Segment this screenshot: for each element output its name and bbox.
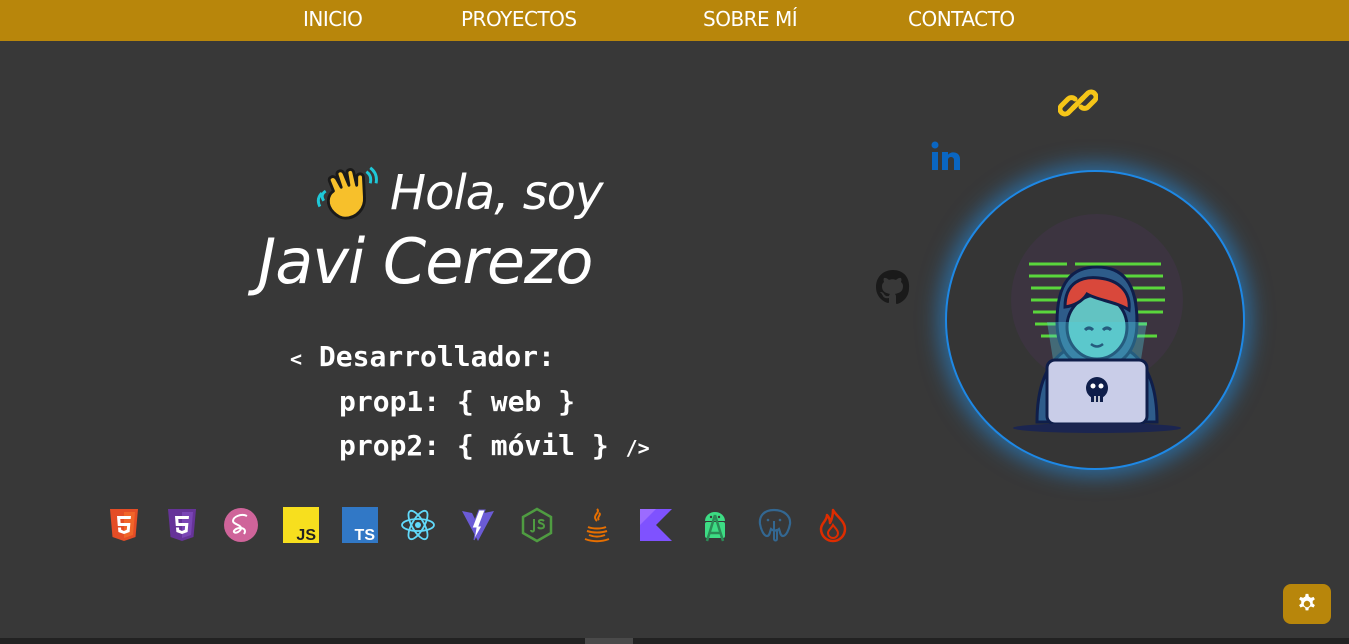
settings-button[interactable] [1283, 584, 1331, 624]
nav-contacto[interactable]: CONTACTO [908, 7, 1015, 31]
scrollbar-thumb[interactable] [585, 638, 633, 644]
code-prop2: prop2: { móvil } [339, 429, 609, 462]
react-icon [401, 509, 435, 541]
avatar [945, 170, 1245, 470]
html5-icon [110, 509, 138, 541]
vite-icon [462, 509, 494, 541]
js-label: JS [296, 527, 316, 543]
typescript-icon: TS [342, 507, 378, 543]
javascript-icon: JS [283, 507, 319, 543]
gear-icon [1299, 593, 1315, 611]
postgresql-icon [758, 508, 792, 542]
code-open-bracket: < [290, 347, 303, 371]
nodejs-icon [521, 507, 553, 543]
sass-icon [224, 508, 258, 542]
greeting: Hola, soy [316, 160, 604, 225]
firebase-icon [819, 508, 847, 543]
waving-hand-icon [316, 166, 378, 220]
android-icon [705, 512, 725, 542]
nav-inicio[interactable]: INICIO [303, 7, 363, 31]
top-navbar: INICIO PROYECTOS SOBRE MÍ CONTACTO [0, 0, 1349, 41]
code-line-2: prop1: { web } [339, 385, 576, 418]
hacker-illustration [1011, 214, 1183, 433]
github-icon[interactable] [874, 268, 912, 306]
linkedin-icon[interactable] [930, 140, 964, 174]
kotlin-icon [640, 509, 672, 541]
link-icon[interactable] [1058, 83, 1098, 123]
java-icon [584, 508, 610, 543]
greeting-text: Hola, soy [390, 164, 604, 221]
nav-proyectos[interactable]: PROYECTOS [461, 7, 577, 31]
code-line-1: < Desarrollador: [290, 340, 555, 373]
ts-label: TS [355, 527, 376, 543]
code-role: Desarrollador: [318, 340, 555, 373]
css3-icon [168, 509, 196, 541]
hero-name: Javi Cerezo [258, 225, 593, 298]
horizontal-scrollbar[interactable] [0, 638, 1349, 644]
code-line-3: prop2: { móvil } /> [339, 429, 650, 462]
nav-sobre-mi[interactable]: SOBRE MÍ [703, 7, 798, 31]
code-close-tag: /> [625, 436, 650, 460]
